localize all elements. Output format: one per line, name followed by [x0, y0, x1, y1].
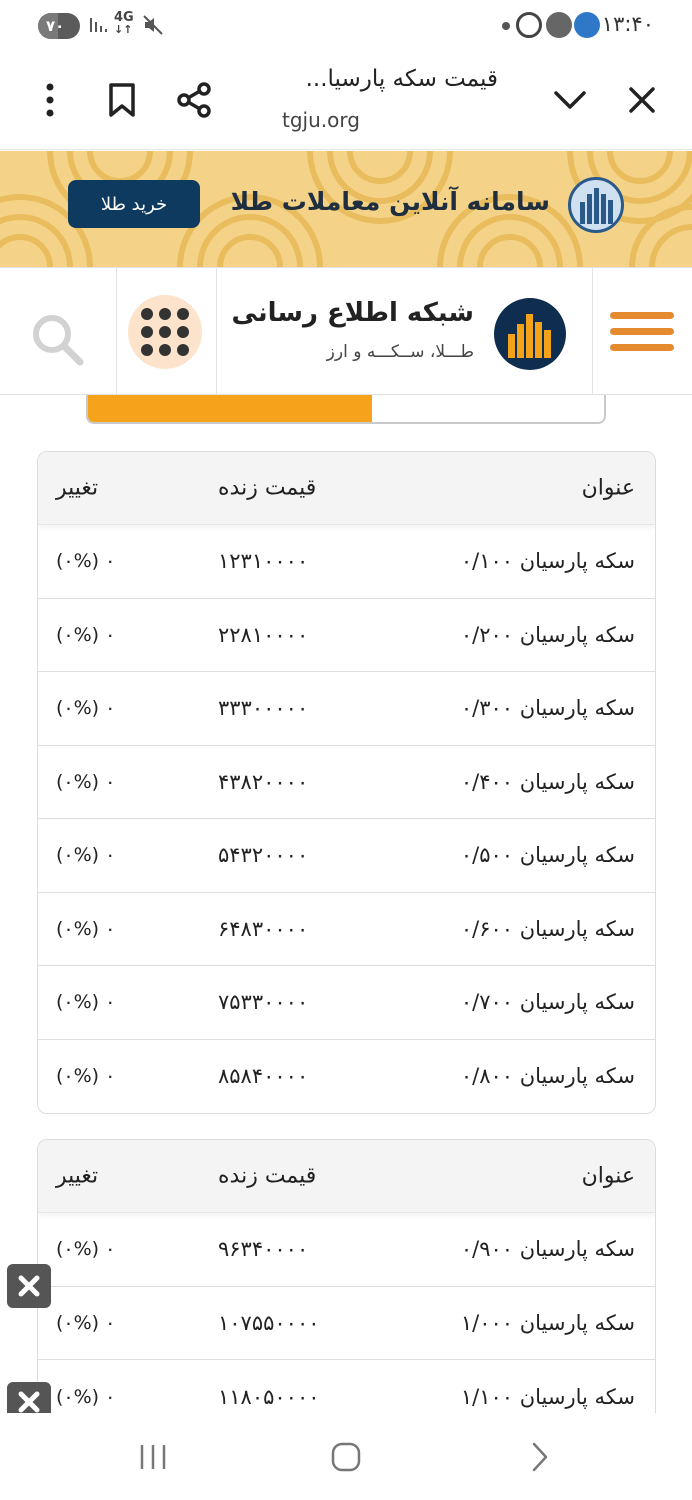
table-row[interactable]: سکه پارسیان ۰/۸۰۰ ۸۵۸۴۰۰۰۰ (۰%) ۰ — [38, 1040, 655, 1114]
live-price: ۷۵۳۳۰۰۰۰ — [218, 990, 309, 1015]
site-tagline: طـــلا، ســکـــه و ارز — [326, 342, 474, 362]
status-bar: ۷۰ 4G ↓↑ ۱۳:۴۰ — [0, 0, 692, 52]
signal-bars-icon — [88, 14, 110, 41]
price-table: عنوان قیمت زنده تغییر سکه پارسیان ۰/۱۰۰ ۱… — [37, 451, 656, 1114]
table-row[interactable]: سکه پارسیان ۰/۳۰۰ ۳۳۳۰۰۰۰۰ (۰%) ۰ — [38, 672, 655, 746]
header-title: عنوان — [581, 1163, 635, 1189]
browser-toolbar: قیمت سکه پارسیا... tgju.org — [0, 52, 692, 150]
table-header: عنوان قیمت زنده تغییر — [38, 1140, 655, 1213]
live-price: ۱۰۷۵۵۰۰۰۰ — [218, 1310, 320, 1335]
mute-icon — [142, 14, 164, 41]
price-change: (۰%) ۰ — [56, 991, 116, 1014]
close-ad-button[interactable] — [7, 1382, 51, 1413]
search-icon[interactable] — [30, 312, 86, 368]
coin-title: سکه پارسیان ۰/۴۰۰ — [460, 769, 635, 794]
coin-title: سکه پارسیان ۰/۵۰۰ — [460, 843, 635, 868]
coin-title: سکه پارسیان ۰/۱۰۰ — [460, 549, 635, 574]
close-ad-button[interactable] — [7, 1264, 51, 1308]
coin-title: سکه پارسیان ۰/۶۰۰ — [460, 916, 635, 941]
app-e-icon — [516, 12, 542, 38]
clock: ۱۳:۴۰ — [601, 12, 654, 36]
price-table: عنوان قیمت زنده تغییر سکه پارسیان ۰/۹۰۰ ۹… — [37, 1139, 656, 1439]
system-nav-bar — [0, 1413, 692, 1500]
table-row[interactable]: سکه پارسیان ۱/۰۰۰ ۱۰۷۵۵۰۰۰۰ (۰%) ۰ — [38, 1287, 655, 1360]
coin-title: سکه پارسیان ۰/۸۰۰ — [460, 1064, 635, 1089]
live-price: ۶۴۸۳۰۰۰۰ — [218, 916, 309, 941]
table-row[interactable]: سکه پارسیان ۰/۷۰۰ ۷۵۳۳۰۰۰۰ (۰%) ۰ — [38, 966, 655, 1040]
table-row[interactable]: سکه پارسیان ۰/۴۰۰ ۴۳۸۲۰۰۰۰ (۰%) ۰ — [38, 746, 655, 819]
battery-level: ۷۰ — [46, 17, 65, 35]
price-change: (۰%) ۰ — [56, 550, 116, 573]
share-icon[interactable] — [170, 76, 218, 124]
live-price: ۴۳۸۲۰۰۰۰ — [218, 769, 309, 794]
divider — [116, 268, 117, 394]
table-row[interactable]: سکه پارسیان ۰/۱۰۰ ۱۲۳۱۰۰۰۰ (۰%) ۰ — [38, 525, 655, 599]
table-row[interactable]: سکه پارسیان ۰/۶۰۰ ۶۴۸۳۰۰۰۰ (۰%) ۰ — [38, 893, 655, 966]
table-row[interactable]: سکه پارسیان ۰/۵۰۰ ۵۴۳۲۰۰۰۰ (۰%) ۰ — [38, 819, 655, 893]
coin-title: سکه پارسیان ۱/۱۰۰ — [460, 1384, 635, 1409]
app-blue-icon — [574, 12, 600, 38]
table-row[interactable]: سکه پارسیان ۰/۲۰۰ ۲۲۸۱۰۰۰۰ (۰%) ۰ — [38, 599, 655, 672]
page-title[interactable]: قیمت سکه پارسیا... — [258, 66, 498, 92]
notification-dot-icon — [502, 22, 510, 30]
back-icon[interactable] — [518, 1435, 562, 1479]
menu-icon[interactable] — [610, 312, 674, 352]
site-logo[interactable] — [494, 298, 566, 370]
header-title: عنوان — [581, 475, 635, 501]
table-header: عنوان قیمت زنده تغییر — [38, 452, 655, 525]
battery-indicator: ۷۰ — [38, 13, 80, 39]
promo-banner[interactable]: خرید طلا سامانه آنلاین معاملات طلا — [0, 151, 692, 267]
close-icon — [18, 1275, 40, 1297]
live-price: ۳۳۳۰۰۰۰۰ — [218, 696, 309, 721]
live-price: ۵۴۳۲۰۰۰۰ — [218, 843, 309, 868]
live-price: ۹۶۳۴۰۰۰۰ — [218, 1237, 309, 1262]
screen: ۷۰ 4G ↓↑ ۱۳:۴۰ قیمت سکه پارسیا... tgju.or… — [0, 0, 692, 1500]
live-price: ۸۵۸۴۰۰۰۰ — [218, 1064, 309, 1089]
apps-grid-icon[interactable] — [128, 295, 202, 369]
close-icon[interactable] — [618, 76, 666, 124]
price-change: (۰%) ۰ — [56, 623, 116, 646]
header-change: تغییر — [56, 1163, 99, 1189]
page-domain[interactable]: tgju.org — [282, 108, 360, 132]
header-price: قیمت زنده — [218, 1163, 317, 1189]
buy-gold-button[interactable]: خرید طلا — [68, 180, 200, 228]
home-icon[interactable] — [324, 1435, 368, 1479]
coin-title: سکه پارسیان ۰/۳۰۰ — [460, 696, 635, 721]
network-type: 4G ↓↑ — [114, 10, 134, 36]
divider — [216, 268, 217, 394]
coin-title: سکه پارسیان ۱/۰۰۰ — [460, 1310, 635, 1335]
live-price: ۲۲۸۱۰۰۰۰ — [218, 622, 309, 647]
price-change: (۰%) ۰ — [56, 917, 116, 940]
price-change: (۰%) ۰ — [56, 1065, 116, 1088]
live-price: ۱۲۳۱۰۰۰۰ — [218, 549, 309, 574]
live-price: ۱۱۸۰۵۰۰۰۰ — [218, 1384, 320, 1409]
price-change: (۰%) ۰ — [56, 844, 116, 867]
price-change: (۰%) ۰ — [56, 1385, 116, 1408]
site-name[interactable]: شبکه اطلاع رسانی — [232, 298, 474, 328]
price-change: (۰%) ۰ — [56, 1238, 116, 1261]
chevron-down-icon[interactable] — [546, 76, 594, 124]
header-change: تغییر — [56, 475, 99, 501]
coin-title: سکه پارسیان ۰/۷۰۰ — [460, 990, 635, 1015]
table-row[interactable]: سکه پارسیان ۰/۹۰۰ ۹۶۳۴۰۰۰۰ (۰%) ۰ — [38, 1213, 655, 1287]
coin-title: سکه پارسیان ۰/۹۰۰ — [460, 1237, 635, 1262]
close-icon — [18, 1391, 40, 1413]
banner-text: سامانه آنلاین معاملات طلا — [230, 187, 550, 216]
recents-icon[interactable] — [131, 1435, 175, 1479]
header-price: قیمت زنده — [218, 475, 317, 501]
price-change: (۰%) ۰ — [56, 697, 116, 720]
site-header: شبکه اطلاع رسانی طـــلا، ســکـــه و ارز — [0, 267, 692, 395]
more-vert-icon[interactable] — [26, 76, 74, 124]
coin-title: سکه پارسیان ۰/۲۰۰ — [460, 622, 635, 647]
bookmark-icon[interactable] — [98, 76, 146, 124]
banner-logo — [568, 177, 624, 233]
divider — [592, 268, 593, 394]
price-change: (۰%) ۰ — [56, 1311, 116, 1334]
price-change: (۰%) ۰ — [56, 770, 116, 793]
app-yin-icon — [546, 12, 572, 38]
